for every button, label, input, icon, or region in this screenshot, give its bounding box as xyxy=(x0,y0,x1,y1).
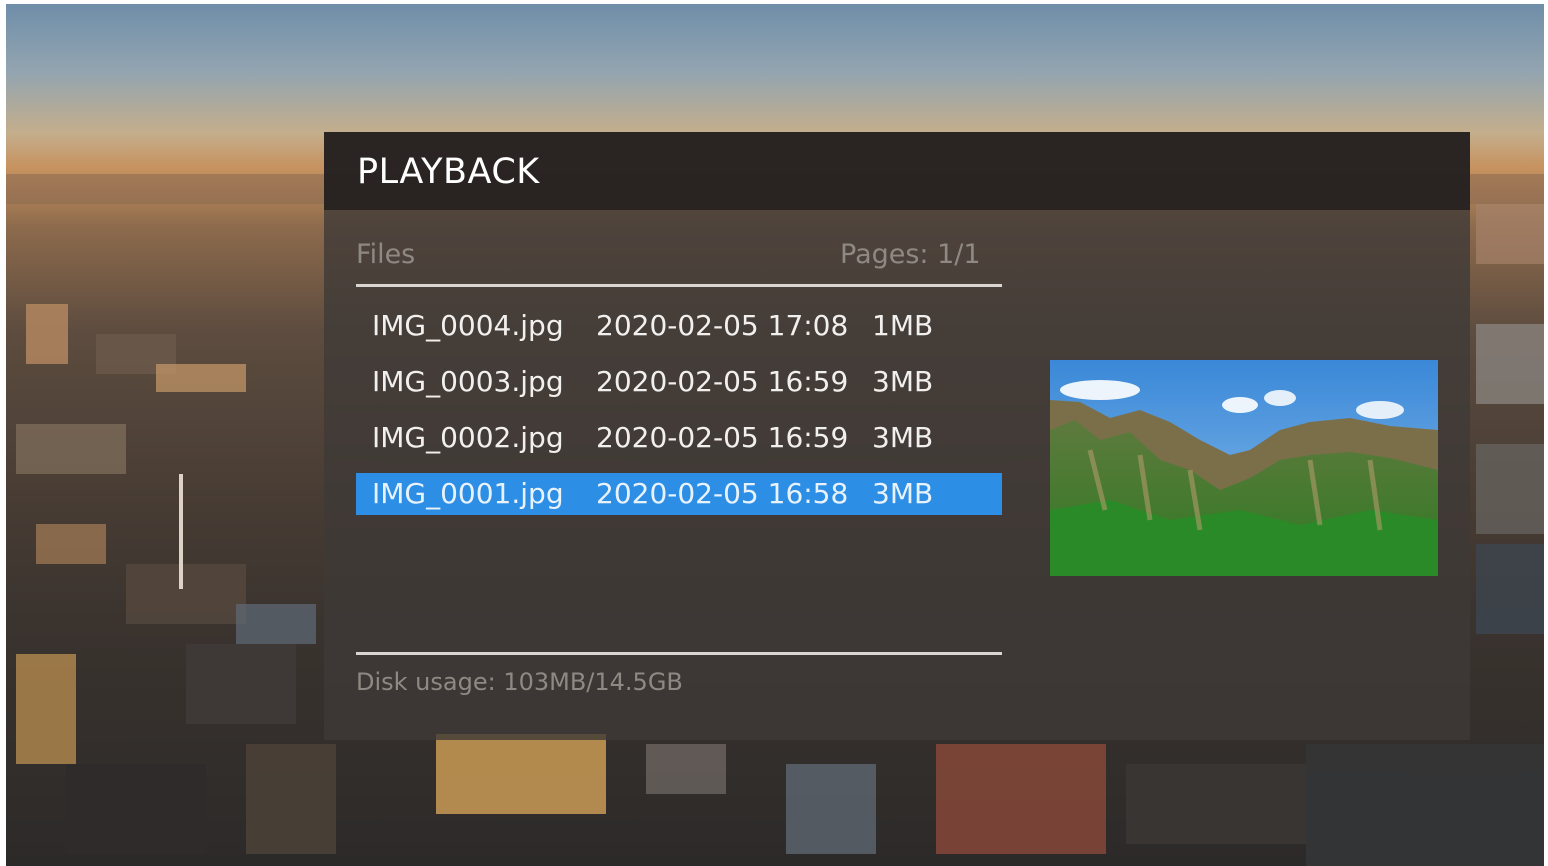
list-bottom-divider xyxy=(356,652,1002,655)
file-name: IMG_0001.jpg xyxy=(372,477,564,510)
file-date: 2020-02-05 16:58 xyxy=(596,477,849,510)
panel-header: PLAYBACK xyxy=(324,132,1470,210)
file-row-selected[interactable]: IMG_0001.jpg 2020-02-05 16:58 3MB xyxy=(356,473,1002,515)
file-name: IMG_0002.jpg xyxy=(372,421,564,454)
files-label: Files xyxy=(356,239,416,270)
page-title: PLAYBACK xyxy=(357,152,540,192)
image-preview xyxy=(1050,360,1438,576)
file-row[interactable]: IMG_0004.jpg 2020-02-05 17:08 1MB xyxy=(356,305,1002,347)
file-row[interactable]: IMG_0002.jpg 2020-02-05 16:59 3MB xyxy=(356,417,1002,459)
pages-indicator: Pages: 1/1 xyxy=(840,239,981,270)
file-date: 2020-02-05 17:08 xyxy=(596,309,849,342)
file-list: IMG_0004.jpg 2020-02-05 17:08 1MB IMG_00… xyxy=(356,305,1002,529)
file-size: 3MB xyxy=(872,365,934,398)
file-size: 1MB xyxy=(872,309,934,342)
file-date: 2020-02-05 16:59 xyxy=(596,365,849,398)
list-top-divider xyxy=(356,284,1002,287)
file-name: IMG_0004.jpg xyxy=(372,309,564,342)
background-city-photo: PLAYBACK Files Pages: 1/1 IMG_0004.jpg 2… xyxy=(6,4,1544,866)
file-row[interactable]: IMG_0003.jpg 2020-02-05 16:59 3MB xyxy=(356,361,1002,403)
file-date: 2020-02-05 16:59 xyxy=(596,421,849,454)
file-size: 3MB xyxy=(872,477,934,510)
file-size: 3MB xyxy=(872,421,934,454)
mountain-landscape-thumbnail xyxy=(1050,360,1438,576)
file-name: IMG_0003.jpg xyxy=(372,365,564,398)
playback-panel: PLAYBACK Files Pages: 1/1 IMG_0004.jpg 2… xyxy=(324,132,1470,740)
disk-usage-status: Disk usage: 103MB/14.5GB xyxy=(356,668,683,696)
